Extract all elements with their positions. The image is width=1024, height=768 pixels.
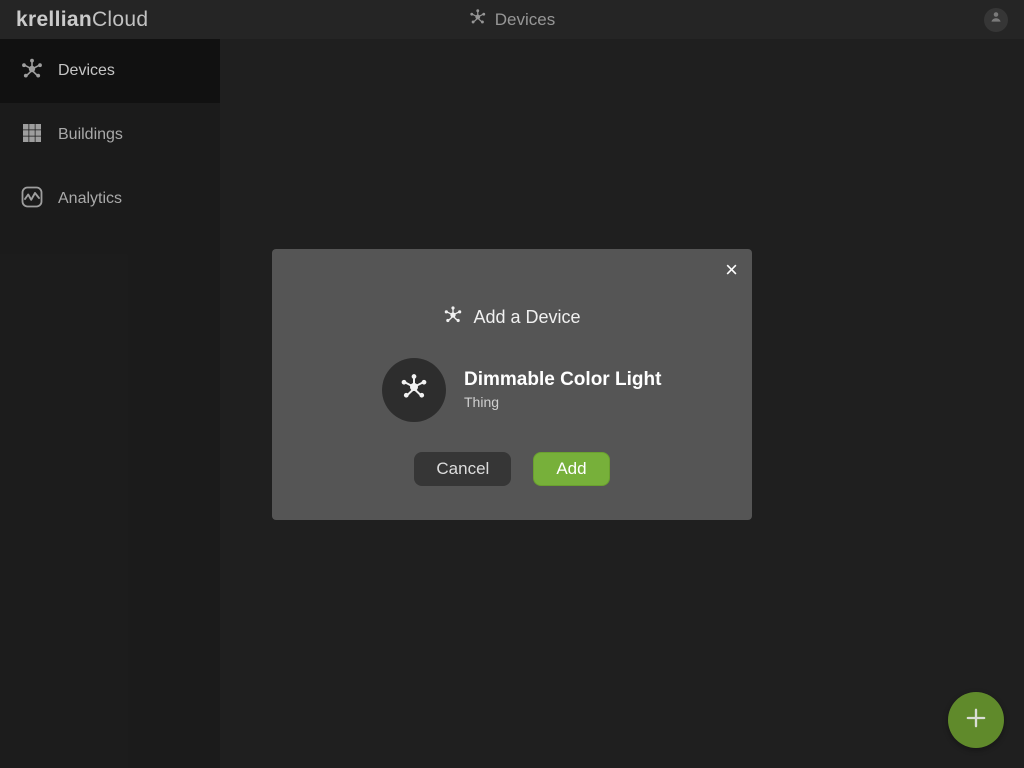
devices-icon (443, 305, 463, 330)
cancel-button[interactable]: Cancel (414, 452, 511, 486)
modal-title-text: Add a Device (473, 307, 580, 328)
add-button[interactable]: Add (533, 452, 609, 486)
add-device-modal: × Add a Device Dimmable Color Light Thin… (272, 249, 752, 520)
device-text: Dimmable Color Light Thing (464, 368, 661, 411)
modal-scrim[interactable]: × Add a Device Dimmable Color Light Thin… (0, 0, 1024, 768)
close-button[interactable]: × (725, 259, 738, 281)
device-name: Dimmable Color Light (464, 368, 661, 392)
devices-icon (399, 372, 429, 407)
device-row: Dimmable Color Light Thing (292, 358, 732, 422)
close-icon: × (725, 257, 738, 282)
device-chip (382, 358, 446, 422)
modal-title: Add a Device (292, 305, 732, 330)
modal-actions: Cancel Add (292, 452, 732, 486)
device-subtitle: Thing (464, 394, 661, 412)
